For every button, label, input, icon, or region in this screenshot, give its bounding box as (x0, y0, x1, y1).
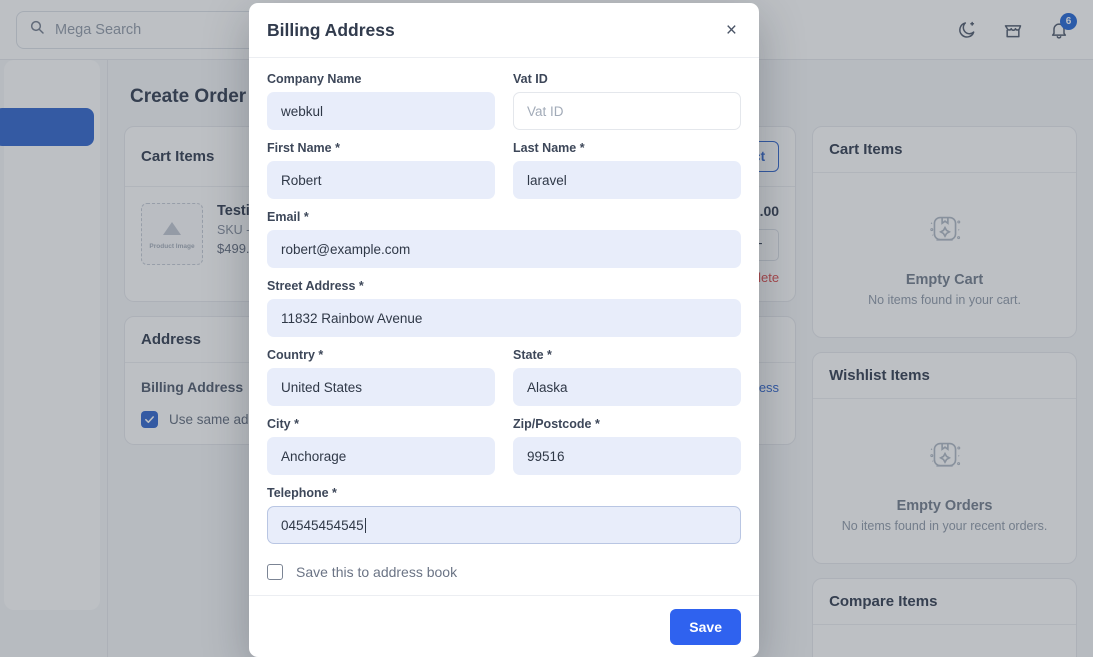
street-address-field[interactable]: 11832 Rainbow Avenue (267, 299, 741, 337)
modal-title: Billing Address (267, 19, 395, 40)
save-to-address-book-checkbox[interactable] (267, 564, 283, 580)
field-group-first-name: First Name * Robert (267, 141, 495, 199)
save-to-address-book-row[interactable]: Save this to address book (267, 564, 741, 580)
field-group-city: City * Anchorage (267, 417, 495, 475)
field-group-email: Email * robert@example.com (267, 210, 741, 268)
close-icon[interactable]: × (722, 19, 741, 42)
billing-address-modal: Billing Address × Company Name webkul Va… (249, 3, 759, 657)
modal-header: Billing Address × (249, 3, 759, 58)
field-group-company-name: Company Name webkul (267, 72, 495, 130)
field-group-vat-id: Vat ID Vat ID (513, 72, 741, 130)
field-group-telephone: Telephone * 04545454545 (267, 486, 741, 544)
city-field[interactable]: Anchorage (267, 437, 495, 475)
street-address-label: Street Address * (267, 279, 364, 293)
email-label: Email * (267, 210, 309, 224)
first-name-field[interactable]: Robert (267, 161, 495, 199)
telephone-field[interactable]: 04545454545 (267, 506, 741, 544)
state-label: State * (513, 348, 552, 362)
text-caret (364, 517, 366, 533)
last-name-label: Last Name * (513, 141, 585, 155)
last-name-field[interactable]: laravel (513, 161, 741, 199)
app-root: Mega Search 6 Create Order fo Cart Items… (0, 0, 1093, 657)
company-name-label: Company Name (267, 72, 362, 86)
email-field[interactable]: robert@example.com (267, 230, 741, 268)
save-button[interactable]: Save (670, 608, 741, 645)
country-label: Country * (267, 348, 324, 362)
field-group-country: Country * United States (267, 348, 495, 406)
telephone-value: 04545454545 (281, 517, 364, 533)
field-group-last-name: Last Name * laravel (513, 141, 741, 199)
save-to-address-book-label: Save this to address book (296, 564, 458, 580)
company-name-field[interactable]: webkul (267, 92, 495, 130)
field-group-zip: Zip/Postcode * 99516 (513, 417, 741, 475)
first-name-label: First Name * (267, 141, 340, 155)
zip-label: Zip/Postcode * (513, 417, 600, 431)
country-field[interactable]: United States (267, 368, 495, 406)
vat-id-label: Vat ID (513, 72, 548, 86)
vat-id-field[interactable]: Vat ID (513, 92, 741, 130)
city-label: City * (267, 417, 299, 431)
state-field[interactable]: Alaska (513, 368, 741, 406)
field-group-street-address: Street Address * 11832 Rainbow Avenue (267, 279, 741, 337)
telephone-label: Telephone * (267, 486, 337, 500)
modal-footer: Save (249, 595, 759, 657)
modal-body: Company Name webkul Vat ID Vat ID First … (249, 58, 759, 595)
field-group-state: State * Alaska (513, 348, 741, 406)
zip-field[interactable]: 99516 (513, 437, 741, 475)
